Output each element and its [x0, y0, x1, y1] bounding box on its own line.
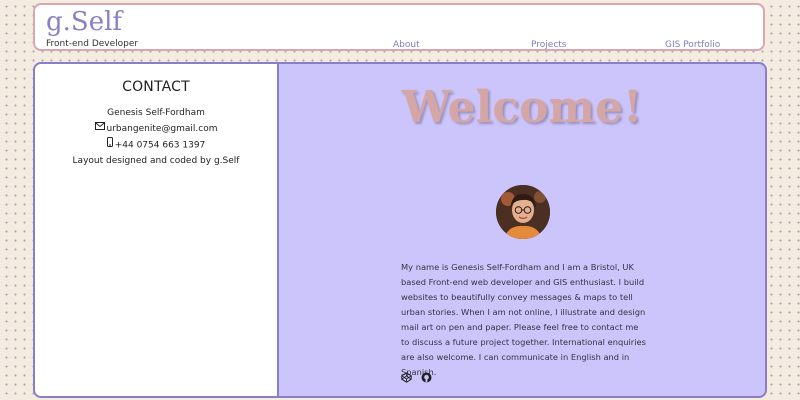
contact-email-row[interactable]: urbangenite@gmail.com — [35, 121, 277, 137]
site-logo[interactable]: g.Self — [46, 7, 122, 37]
social-links — [401, 368, 436, 387]
main-content: Welcome! My name is Genesis Self-Fordham… — [278, 62, 767, 398]
profile-avatar — [496, 185, 550, 239]
contact-phone-row[interactable]: +44 0754 663 1397 — [35, 137, 277, 154]
contact-phone[interactable]: +44 0754 663 1397 — [115, 141, 206, 151]
nav-link-gis-portfolio[interactable]: GIS Portfolio — [665, 40, 720, 50]
site-header: g.Self Front-end Developer About Project… — [33, 3, 765, 51]
contact-sidebar: CONTACT Genesis Self-Fordham urbangenite… — [33, 62, 278, 398]
nav-link-about[interactable]: About — [393, 40, 420, 50]
mobile-phone-icon — [106, 137, 113, 153]
welcome-heading: Welcome! — [401, 82, 643, 133]
nav-link-projects[interactable]: Projects — [531, 40, 566, 50]
contact-credit: Layout designed and coded by g.Self — [72, 155, 240, 166]
codepen-icon[interactable] — [401, 368, 412, 383]
contact-name: Genesis Self-Fordham — [107, 108, 205, 118]
github-icon[interactable] — [421, 368, 432, 383]
contact-heading: CONTACT — [122, 79, 190, 95]
bio-paragraph: My name is Genesis Self-Fordham and I am… — [401, 262, 646, 377]
envelope-icon — [94, 121, 105, 136]
contact-email[interactable]: urbangenite@gmail.com — [107, 124, 218, 134]
site-tagline: Front-end Developer — [46, 39, 139, 49]
